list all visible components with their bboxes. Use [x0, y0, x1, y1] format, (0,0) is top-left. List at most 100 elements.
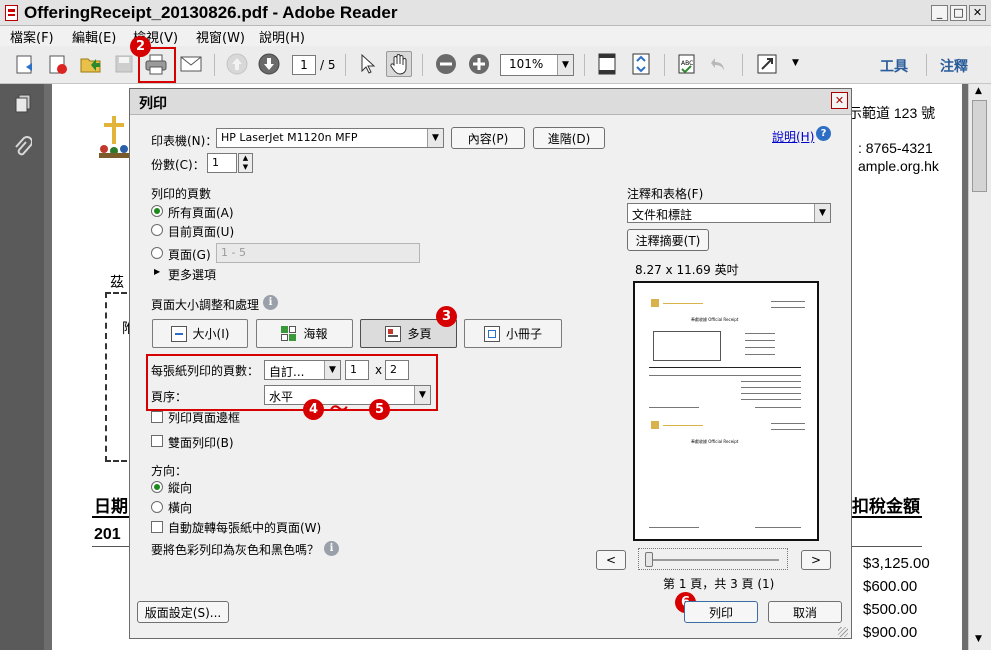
chevron-down-icon: ▼	[814, 204, 830, 222]
menu-edit[interactable]: 編輯(E)	[72, 27, 116, 46]
radio-page-range-label: 頁面(G)	[168, 248, 211, 262]
save-button[interactable]	[111, 51, 137, 77]
next-page-button[interactable]	[256, 51, 282, 77]
help-icon[interactable]: ?	[816, 126, 831, 141]
column-tax-amount-header: 扣稅金額	[852, 497, 920, 517]
radio-landscape[interactable]	[151, 501, 163, 513]
pages-per-sheet-select[interactable]: 自訂... ▼	[264, 360, 341, 380]
copies-input[interactable]: 1	[207, 153, 237, 173]
radio-portrait-label: 縱向	[168, 481, 193, 495]
duplex-checkbox[interactable]	[151, 435, 163, 447]
cancel-button[interactable]: 取消	[768, 601, 842, 623]
properties-button[interactable]: 內容(P)	[451, 127, 525, 149]
printer-select[interactable]: HP LaserJet M1120n MFP ▼	[216, 128, 444, 148]
print-confirm-button[interactable]: 列印	[684, 601, 758, 623]
fullscreen-button[interactable]	[754, 51, 780, 77]
vertical-scrollbar[interactable]: ▲ ▼	[968, 84, 991, 650]
pages-per-sheet-rows[interactable]: 2	[385, 360, 409, 380]
minimize-button[interactable]: _	[931, 5, 948, 21]
expand-triangle-icon[interactable]: ▶	[154, 267, 160, 276]
tools-pane-button[interactable]: 工具	[880, 56, 908, 76]
scrollbar-thumb[interactable]	[972, 100, 987, 192]
scroll-up-icon[interactable]: ▲	[975, 86, 982, 96]
grayscale-info-icon[interactable]: i	[324, 541, 339, 556]
zoom-out-button[interactable]	[433, 51, 459, 77]
undo-button[interactable]	[706, 51, 732, 77]
callout-4: 4	[303, 399, 324, 420]
radio-all-pages[interactable]	[151, 205, 163, 217]
church-email: ample.org.hk	[858, 158, 939, 174]
preview-next-button[interactable]: >	[801, 550, 831, 570]
edit-pdf-button[interactable]	[45, 51, 71, 77]
print-border-label: 列印頁面邊框	[168, 411, 241, 425]
booklet-button[interactable]: 小冊子	[464, 319, 562, 348]
preview-table-row	[741, 399, 801, 400]
print-border-checkbox[interactable]	[151, 411, 163, 423]
arrow-down-icon	[258, 53, 280, 75]
size-button[interactable]: 大小(I)	[152, 319, 248, 348]
amount-2: $600.00	[863, 578, 918, 595]
printer-label: 印表機(N)：	[151, 134, 218, 148]
email-button[interactable]	[178, 51, 204, 77]
close-window-button[interactable]: ✕	[969, 5, 986, 21]
preview-prev-button[interactable]: <	[596, 550, 626, 570]
more-options-toggle[interactable]: 更多選項	[168, 266, 216, 283]
amount-3: $500.00	[863, 601, 918, 618]
help-link[interactable]: 說明(H)	[772, 128, 814, 145]
zoom-in-button[interactable]	[466, 51, 492, 77]
page-setup-button[interactable]: 版面設定(S)...	[137, 601, 229, 623]
radio-page-range[interactable]	[151, 247, 163, 259]
copies-label: 份數(C)：	[151, 158, 205, 172]
slider-thumb[interactable]	[645, 552, 653, 567]
page-range-input[interactable]: 1 - 5	[216, 243, 420, 263]
spelling-button[interactable]: ABC	[674, 51, 700, 77]
comments-forms-select[interactable]: 文件和標註 ▼	[627, 203, 831, 223]
previous-page-button[interactable]	[224, 51, 250, 77]
plus-circle-icon	[469, 54, 489, 74]
open-button[interactable]	[78, 51, 104, 77]
church-address: 示範道 123 號	[848, 105, 936, 121]
fit-page-button[interactable]	[594, 51, 620, 77]
preview-header-line	[663, 303, 703, 304]
poster-button[interactable]: 海報	[256, 319, 353, 348]
page-thumbnails-button[interactable]	[14, 94, 32, 117]
radio-current-page[interactable]	[151, 224, 163, 236]
create-pdf-button[interactable]	[12, 51, 38, 77]
dialog-close-button[interactable]: ✕	[831, 92, 848, 109]
menu-file[interactable]: 檔案(F)	[10, 27, 54, 46]
attachments-button[interactable]	[14, 136, 33, 161]
menu-help[interactable]: 說明(H)	[259, 27, 305, 46]
hand-tool-button[interactable]	[386, 51, 412, 77]
orientation-label: 方向：	[151, 464, 188, 478]
copies-spinner[interactable]: ▲ ▼	[238, 153, 253, 173]
comments-forms-value: 文件和標註	[632, 208, 693, 222]
preview-page-indicator: 第 1 頁，共 3 頁 (1)	[663, 577, 775, 591]
preview-footer-line	[649, 407, 699, 408]
amount-1: $3,125.00	[863, 555, 930, 572]
printer-value: HP LaserJet M1120n MFP	[221, 131, 358, 144]
select-tool-button[interactable]	[354, 51, 380, 77]
preview-slider[interactable]	[638, 548, 788, 570]
envelope-icon	[180, 56, 202, 72]
fit-width-button[interactable]	[628, 51, 654, 77]
maximize-button[interactable]: □	[950, 5, 967, 21]
toolbar-overflow-icon[interactable]: ▼	[792, 58, 799, 68]
scroll-down-icon[interactable]: ▼	[975, 634, 982, 644]
summarize-comments-button[interactable]: 注釋摘要(T)	[627, 229, 709, 251]
auto-rotate-checkbox[interactable]	[151, 521, 163, 533]
info-icon[interactable]: i	[263, 295, 278, 310]
spell-check-icon: ABC	[678, 54, 695, 74]
page-total-label: / 5	[320, 58, 336, 72]
zoom-select[interactable]: 101% ▼	[500, 54, 574, 76]
advanced-button[interactable]: 進階(D)	[533, 127, 605, 149]
pages-per-sheet-cols[interactable]: 1	[345, 360, 369, 380]
preview-logo	[651, 299, 659, 307]
navigation-panel	[0, 84, 44, 650]
menu-window[interactable]: 視窗(W)	[196, 27, 245, 46]
comment-pane-button[interactable]: 注釋	[940, 56, 968, 76]
page-number-input[interactable]: 1	[292, 55, 316, 75]
radio-portrait[interactable]	[151, 481, 163, 493]
resize-grip-icon[interactable]	[838, 627, 848, 637]
preview-table-row	[649, 375, 801, 376]
preview-table-row	[741, 381, 801, 382]
